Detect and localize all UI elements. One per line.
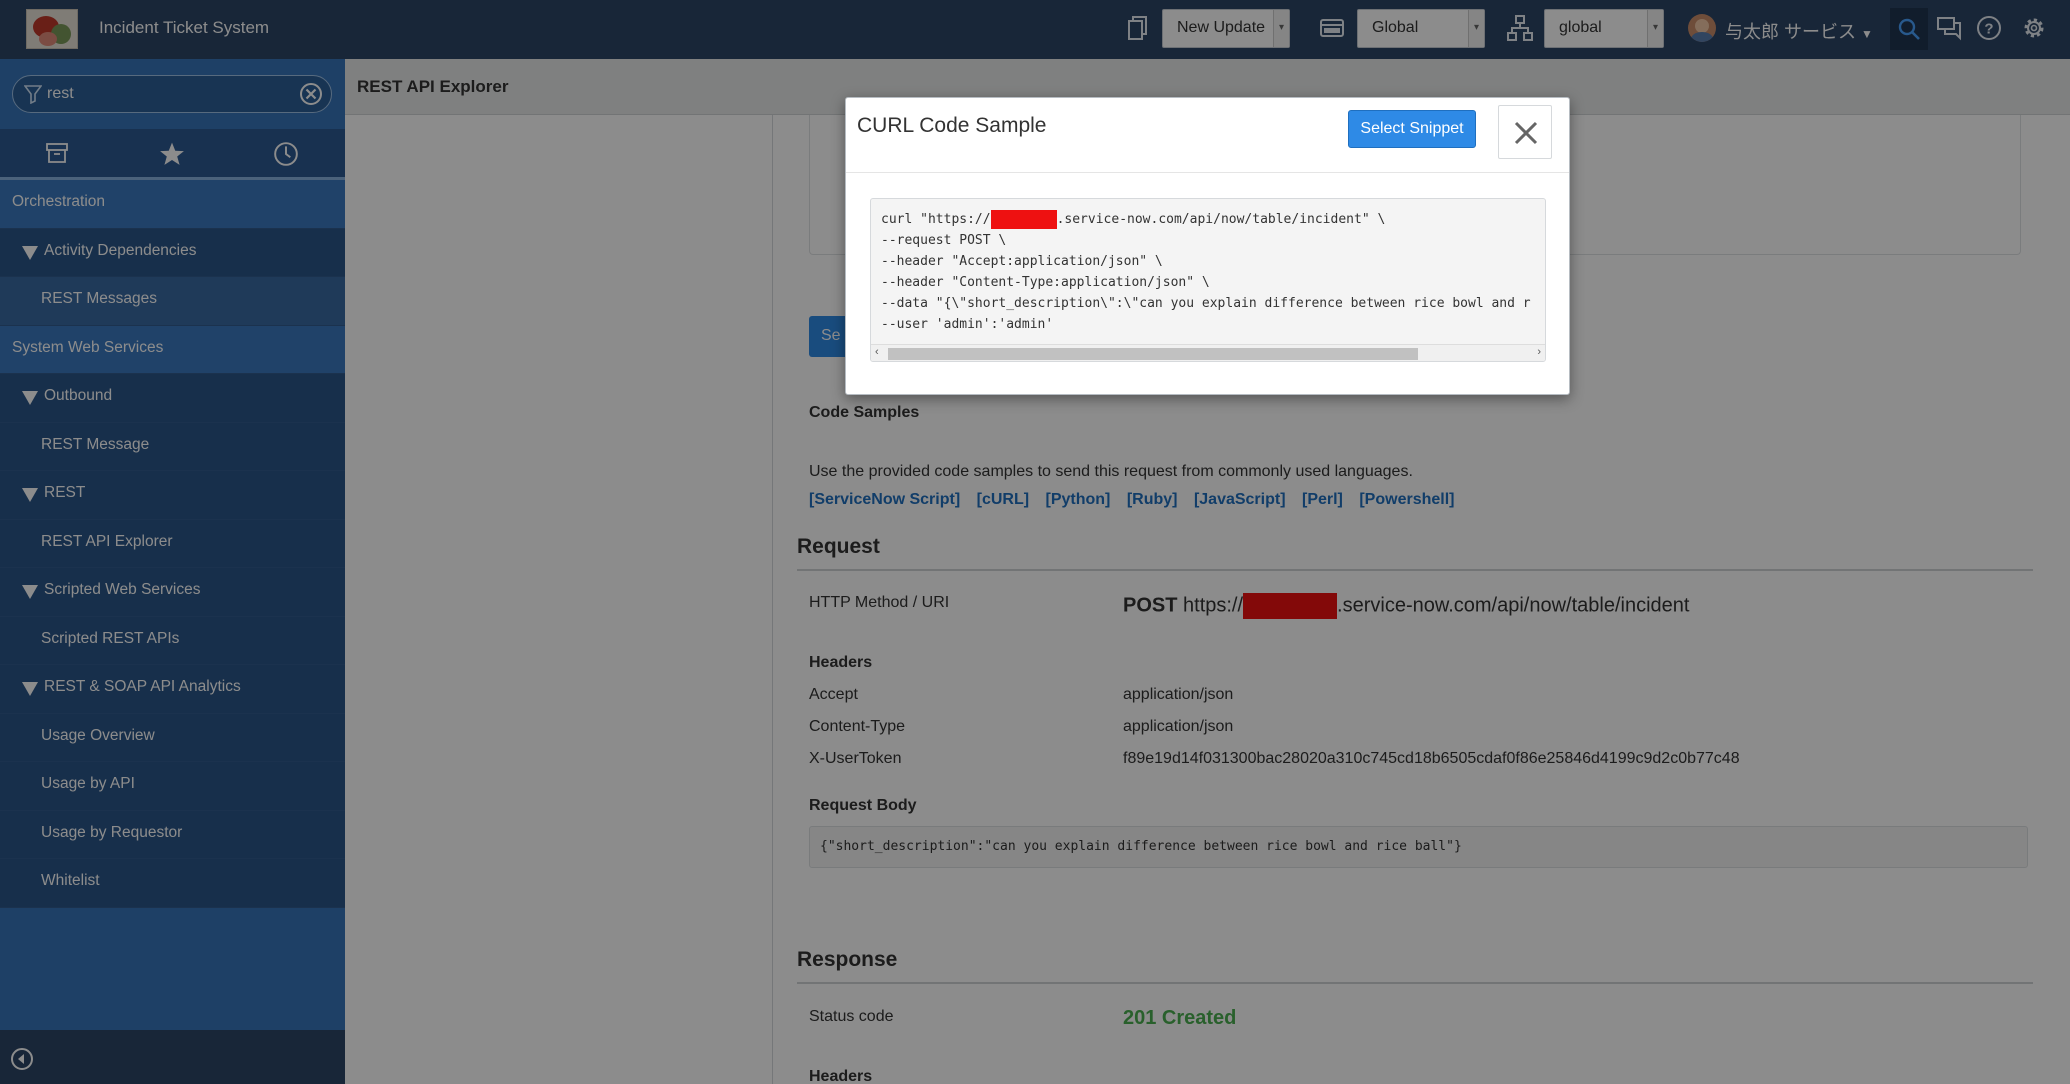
- scroll-right-icon[interactable]: ›: [1537, 346, 1541, 358]
- code-line1-suffix: .service-now.com/api/now/table/incident"…: [1056, 212, 1386, 227]
- curl-code-sample-dialog: CURL Code Sample Select Snippet curl "ht…: [845, 97, 1570, 395]
- code-line1-prefix: curl "https://: [881, 212, 991, 227]
- code-text: curl "https:// .service-now.com/api/now/t…: [881, 209, 1531, 335]
- horizontal-scrollbar[interactable]: ‹ ›: [871, 344, 1545, 361]
- close-button[interactable]: [1498, 105, 1552, 159]
- code-snippet[interactable]: curl "https:// .service-now.com/api/now/t…: [870, 198, 1546, 362]
- scroll-left-icon[interactable]: ‹: [875, 346, 879, 358]
- redacted-instance: [990, 210, 1057, 229]
- select-snippet-button[interactable]: Select Snippet: [1348, 110, 1476, 148]
- dialog-header: CURL Code Sample Select Snippet: [846, 98, 1569, 173]
- dialog-title: CURL Code Sample: [857, 114, 1047, 137]
- close-icon: [1514, 121, 1538, 145]
- code-rest: --request POST \ --header "Accept:applic…: [881, 233, 1531, 332]
- scrollbar-thumb[interactable]: [888, 348, 1418, 360]
